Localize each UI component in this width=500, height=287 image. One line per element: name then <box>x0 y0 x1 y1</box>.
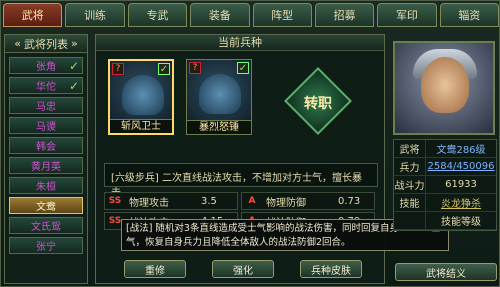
check-icon: ✓ <box>237 62 249 74</box>
list-item-selected[interactable]: 文鸯 <box>9 197 83 214</box>
chevron-left-icon[interactable]: « <box>14 37 21 50</box>
unit-label: 斩风卫士 <box>110 119 172 133</box>
info-key: 兵力 <box>394 158 426 175</box>
stat-cell: A 物理防御 0.73 <box>241 192 375 210</box>
stat-name: 物理防御 <box>266 197 306 209</box>
list-item[interactable]: 朱桓 <box>9 177 83 194</box>
general-list: 张角 ✓ 华佗 ✓ 马忠 马谡 韩会 黄月英 朱桓 文鸯 文氏鸳 张宁 <box>5 53 87 261</box>
tab-zhuangbei[interactable]: 装备 <box>190 3 250 27</box>
tab-zhuanwu[interactable]: 专武 <box>127 3 188 27</box>
stat-name: 物理攻击 <box>129 197 169 209</box>
info-row: 兵力 2584/450096 <box>394 158 496 176</box>
info-row: 技能 炎龙狰杀 <box>394 194 496 212</box>
info-value: 文鸯286级 <box>436 145 486 156</box>
tab-zhenxing[interactable]: 阵型 <box>252 3 312 27</box>
info-row: 技能等级 <box>394 212 496 230</box>
general-list-title: 武将列表 <box>24 37 68 51</box>
unit-description: [六级步兵] 二次直线战法攻击，不增加对方士气，擅长暴击。 <box>104 163 378 199</box>
reset-button[interactable]: 重修 <box>124 260 186 278</box>
general-portrait <box>393 41 495 135</box>
tab-junyin[interactable]: 军印 <box>377 3 437 27</box>
info-key: 武将 <box>394 140 426 157</box>
list-item[interactable]: 华佗 ✓ <box>9 77 83 94</box>
stat-row: SS 物理攻击 3.5 A 物理防御 0.73 <box>104 192 378 210</box>
troop-skin-button[interactable]: 兵种皮肤 <box>300 260 362 278</box>
unit-cards: ? ✓ 斩风卫士 ? ✓ 暴烈怒锤 <box>108 59 252 135</box>
check-icon: ✓ <box>68 59 79 73</box>
stat-grade: SS <box>108 196 122 206</box>
unit-label: 暴烈怒锤 <box>187 120 251 134</box>
general-list-panel: « 武将列表 » 张角 ✓ 华佗 ✓ 马忠 马谡 韩会 黄月英 朱桓 文鸯 文氏鸳 … <box>4 34 88 284</box>
general-info-table: 武将 文鸯286级 兵力 2584/450096 战斗力 61933 技能 炎龙… <box>393 139 497 231</box>
unit-card[interactable]: ? ✓ 暴烈怒锤 <box>186 59 252 135</box>
info-value: 61933 <box>445 179 477 190</box>
general-info-panel: 武将 文鸯286级 兵力 2584/450096 战斗力 61933 技能 炎龙… <box>393 41 497 285</box>
troop-action-buttons: 重修 强化 兵种皮肤 <box>124 260 362 278</box>
question-icon[interactable]: ? <box>189 62 201 74</box>
unit-card-selected[interactable]: ? ✓ 斩风卫士 <box>108 59 174 135</box>
list-item[interactable]: 张角 ✓ <box>9 57 83 74</box>
info-value: 技能等级 <box>441 217 481 228</box>
tab-zhaomu[interactable]: 招募 <box>314 3 375 27</box>
check-icon: ✓ <box>158 63 170 75</box>
tab-wujiang[interactable]: 武将 <box>3 3 63 27</box>
info-key: 战斗力 <box>394 176 426 193</box>
stat-value: 3.5 <box>201 195 217 207</box>
info-row: 战斗力 61933 <box>394 176 496 194</box>
strengthen-button[interactable]: 强化 <box>212 260 274 278</box>
list-item[interactable]: 马忠 <box>9 97 83 114</box>
list-item[interactable]: 马谡 <box>9 117 83 134</box>
info-key <box>394 212 426 229</box>
unit-figure-icon <box>199 74 241 114</box>
unit-figure-icon <box>122 75 164 115</box>
transfer-label: 转职 <box>304 96 332 112</box>
check-icon: ✓ <box>68 79 79 93</box>
stat-value: 0.73 <box>338 195 361 207</box>
stat-grade: A <box>248 196 256 206</box>
info-key: 技能 <box>394 194 426 211</box>
general-list-header: « 武将列表 » <box>5 35 87 53</box>
general-sworn-button[interactable]: 武将结义 <box>395 263 497 281</box>
chevron-right-icon[interactable]: » <box>71 37 78 50</box>
question-icon[interactable]: ? <box>112 63 124 75</box>
list-item[interactable]: 文氏鸳 <box>9 217 83 234</box>
tab-zizi[interactable]: 辎资 <box>439 3 499 27</box>
list-item[interactable]: 张宁 <box>9 237 83 254</box>
troop-count-link[interactable]: 2584/450096 <box>426 158 496 175</box>
info-row: 武将 文鸯286级 <box>394 140 496 158</box>
face-icon <box>421 57 469 113</box>
skill-link[interactable]: 炎龙狰杀 <box>426 194 496 211</box>
stat-cell: SS 物理攻击 3.5 <box>104 192 238 210</box>
tab-xunlian[interactable]: 训练 <box>65 3 125 27</box>
list-item[interactable]: 黄月英 <box>9 157 83 174</box>
list-item[interactable]: 韩会 <box>9 137 83 154</box>
troop-panel-title: 当前兵种 <box>96 35 384 51</box>
top-tabs: 武将 训练 专武 装备 阵型 招募 军印 辎资 <box>3 3 499 29</box>
game-window: 武将 训练 专武 装备 阵型 招募 军印 辎资 « 武将列表 » 张角 ✓ 华佗 ✓… <box>0 0 500 287</box>
